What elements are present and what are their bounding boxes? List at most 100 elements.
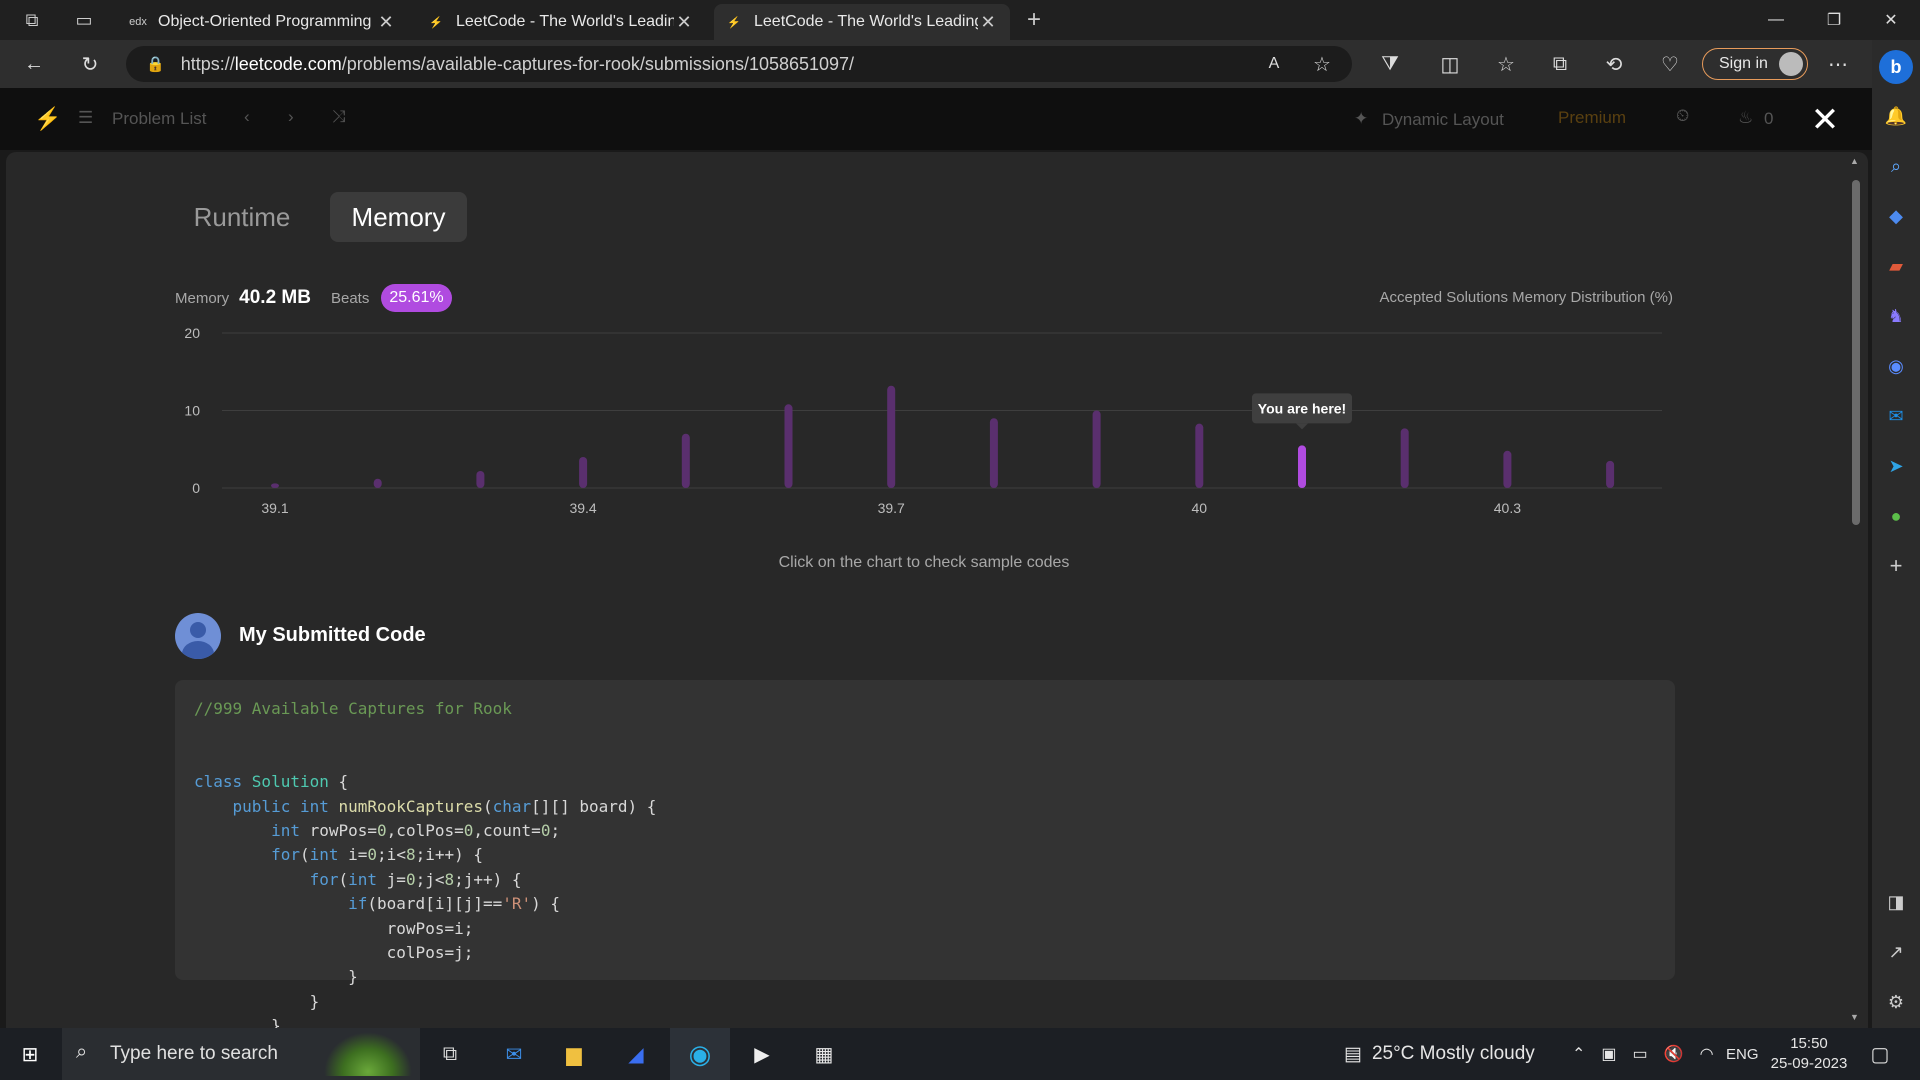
windows-taskbar: ⊞ ⌕ Type here to search ⧉ ✉ ▆ ◢ ◉ ▶ ▦ ▤ … <box>0 1028 1920 1080</box>
leetcode-icon: ⚡ <box>429 16 443 29</box>
volume-muted-icon[interactable]: 🔇 <box>1664 1044 1684 1064</box>
bar[interactable] <box>681 433 690 488</box>
problem-list-icon: ☰ <box>78 108 94 127</box>
refresh-icon[interactable]: ↻ <box>74 48 106 80</box>
collections-icon[interactable]: ⧉ <box>1544 48 1576 80</box>
weather-text: 25°C Mostly cloudy <box>1371 1043 1535 1064</box>
chevron-up-icon[interactable]: ⌃ <box>1572 1044 1585 1064</box>
games-icon[interactable]: ♞ <box>1884 304 1908 328</box>
more-options-icon[interactable]: ⋯ <box>1822 48 1854 80</box>
add-sidebar-app-icon[interactable]: + <box>1884 553 1908 578</box>
bar[interactable] <box>373 478 382 488</box>
premium-button[interactable]: Premium <box>1558 108 1626 128</box>
bar[interactable] <box>1092 410 1101 489</box>
battery-icon[interactable]: ▭ <box>1633 1044 1648 1064</box>
split-screen-icon[interactable]: ◫ <box>1434 48 1466 80</box>
bar[interactable] <box>579 457 588 488</box>
weather-icon: ▤ <box>1344 1043 1362 1065</box>
taskbar-search[interactable]: ⌕ Type here to search <box>62 1028 420 1080</box>
media-player-icon[interactable]: ▶ <box>746 1038 778 1070</box>
code-line: public int numRookCaptures(char[][] boar… <box>194 796 657 816</box>
distribution-title: Accepted Solutions Memory Distribution (… <box>1379 289 1673 306</box>
bar-highlighted[interactable] <box>1298 445 1306 488</box>
edge-taskbar-icon[interactable]: ◉ <box>670 1028 730 1080</box>
url-field[interactable]: 🔒 https://leetcode.com/problems/availabl… <box>126 46 1352 82</box>
store-icon[interactable]: ▦ <box>808 1038 840 1070</box>
bar[interactable] <box>271 483 279 488</box>
read-aloud-icon[interactable]: A <box>1258 48 1290 80</box>
scroll-up-icon[interactable]: ▲ <box>1850 156 1859 166</box>
drop-icon[interactable]: ● <box>1884 504 1908 528</box>
history-icon[interactable]: ⟲ <box>1598 48 1630 80</box>
settings-gear-icon[interactable]: ⚙ <box>1884 990 1908 1014</box>
dynamic-layout-button[interactable]: Dynamic Layout <box>1382 110 1504 130</box>
microsoft-365-icon[interactable]: ◉ <box>1884 354 1908 378</box>
restore-icon[interactable]: ❐ <box>1805 0 1863 40</box>
close-tab-icon[interactable]: ✕ <box>674 12 694 33</box>
mail-app-icon[interactable]: ✉ <box>498 1038 530 1070</box>
bing-copilot-icon[interactable]: b <box>1879 50 1913 84</box>
external-link-icon[interactable]: ↗ <box>1884 940 1908 964</box>
tab-runtime[interactable]: Runtime <box>180 192 304 242</box>
bar[interactable] <box>989 418 998 488</box>
prev-problem-icon[interactable]: ‹ <box>244 107 250 127</box>
bar[interactable] <box>784 404 793 488</box>
notification-center-icon[interactable]: ▢ <box>1864 1038 1896 1070</box>
bar[interactable] <box>887 385 896 488</box>
problem-list-link[interactable]: Problem List <box>112 109 206 129</box>
tools-icon[interactable]: ▰ <box>1884 254 1908 278</box>
browser-tab-leetcode-1[interactable]: ⚡ LeetCode - The World's Leading ✕ <box>416 4 706 40</box>
bar[interactable] <box>1606 460 1615 488</box>
tooltip-text: You are here! <box>1258 400 1346 416</box>
tab-memory[interactable]: Memory <box>330 192 467 242</box>
performance-icon[interactable]: ♡ <box>1654 48 1686 80</box>
timer-icon[interactable]: ⏲ <box>1676 106 1689 126</box>
shuffle-icon[interactable]: ⤨ <box>332 107 346 127</box>
bar[interactable] <box>476 470 485 488</box>
favorite-star-icon[interactable]: ☆ <box>1306 48 1338 80</box>
notifications-icon[interactable]: 🔔 <box>1884 104 1908 128</box>
writing-app-icon[interactable]: ◢ <box>620 1038 652 1070</box>
hide-sidebar-icon[interactable]: ◨ <box>1884 890 1908 914</box>
windows-start-icon[interactable]: ⊞ <box>14 1038 46 1070</box>
send-icon[interactable]: ➤ <box>1884 454 1908 478</box>
next-problem-icon[interactable]: › <box>288 107 294 127</box>
outlook-icon[interactable]: ✉ <box>1884 404 1908 428</box>
sign-in-button[interactable]: Sign in <box>1702 48 1808 80</box>
y-tick-label: 10 <box>184 403 200 419</box>
submitted-code-title: My Submitted Code <box>239 624 426 646</box>
back-icon[interactable]: ← <box>18 48 50 80</box>
modal-scrollbar[interactable]: ▲ ▼ <box>1848 150 1862 1026</box>
minimize-icon[interactable]: — <box>1747 0 1805 40</box>
system-tray[interactable]: ⌃ ▣ ▭ 🔇 ◠ <box>1572 1028 1714 1080</box>
language-indicator[interactable]: ENG <box>1726 1028 1759 1080</box>
bar[interactable] <box>1400 428 1409 488</box>
favorites-icon[interactable]: ☆ <box>1490 48 1522 80</box>
wifi-icon[interactable]: ◠ <box>1700 1044 1714 1064</box>
workspaces-icon[interactable]: ⧉ <box>12 0 52 40</box>
network-status-icon[interactable]: ▣ <box>1601 1044 1616 1064</box>
browser-tab-edx[interactable]: edx Object-Oriented Programming | ✕ <box>118 4 408 40</box>
file-explorer-icon[interactable]: ▆ <box>558 1038 590 1070</box>
bar[interactable] <box>1195 423 1204 488</box>
streak-icon: ♨ <box>1738 108 1754 127</box>
clock[interactable]: 15:50 25-09-2023 <box>1768 1034 1850 1074</box>
bar[interactable] <box>1503 450 1512 488</box>
scroll-down-icon[interactable]: ▼ <box>1850 1012 1859 1022</box>
extensions-icon[interactable]: ⧩ <box>1374 48 1406 80</box>
close-window-icon[interactable]: ✕ <box>1862 0 1920 40</box>
shopping-tag-icon[interactable]: ◆ <box>1884 204 1908 228</box>
new-tab-icon[interactable]: + <box>1014 0 1054 40</box>
search-placeholder: Type here to search <box>110 1043 278 1064</box>
task-view-icon[interactable]: ⧉ <box>434 1038 466 1070</box>
tab-actions-icon[interactable]: ▭ <box>64 0 104 40</box>
close-tab-icon[interactable]: ✕ <box>376 12 396 33</box>
memory-distribution-chart[interactable]: 0 10 20 39.1 39.4 39.7 40 40.3 You are here! <box>170 320 1680 530</box>
weather-widget[interactable]: ▤ 25°C Mostly cloudy <box>1344 1028 1535 1080</box>
scroll-thumb[interactable] <box>1852 180 1860 525</box>
browser-tab-leetcode-2[interactable]: ⚡ LeetCode - The World's Leading ✕ <box>714 4 1010 40</box>
search-icon[interactable]: ⌕ <box>1884 154 1908 178</box>
close-tab-icon[interactable]: ✕ <box>978 12 998 33</box>
close-modal-icon[interactable]: ✕ <box>1810 103 1840 137</box>
leetcode-logo-icon[interactable]: ⚡ <box>34 106 61 132</box>
